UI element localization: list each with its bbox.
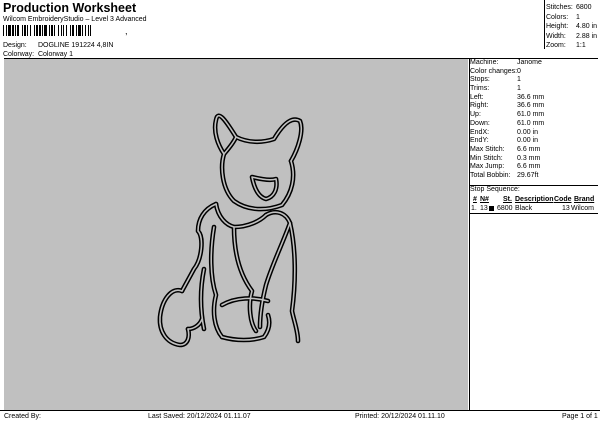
detail-key: Max Stitch: — [470, 145, 505, 153]
summary-value: 6800 — [576, 4, 592, 11]
printed-date: Printed: 20/12/2024 01.11.10 — [355, 413, 445, 420]
software-subtitle: Wilcom EmbroideryStudio – Level 3 Advanc… — [3, 16, 147, 23]
summary-key: Stitches: — [546, 4, 573, 11]
detail-value: 61.0 mm — [517, 119, 545, 127]
page-footer: Created By: Last Saved: 20/12/2024 01.11… — [0, 411, 600, 423]
design-row: Design: DOGLINE 191224 4,8IN — [3, 42, 113, 49]
stitch-count: 6800 — [497, 205, 513, 212]
design-preview — [4, 59, 468, 410]
page-title: Production Worksheet — [3, 1, 137, 15]
stop-table-header: # N# St. Description Code Brand — [470, 195, 598, 204]
detail-key: Machine: — [470, 59, 499, 66]
col-header: # — [473, 196, 477, 203]
detail-key: Up: — [470, 111, 481, 119]
summary-key: Width: — [546, 32, 566, 40]
summary-row: Zoom: 1:1 — [546, 41, 597, 51]
detail-value: 29.67ft — [517, 171, 539, 179]
detail-key: Min Stitch: — [470, 154, 503, 162]
detail-value: Janome — [517, 59, 542, 66]
thread-color-swatch — [489, 206, 494, 211]
detail-key: Down: — [470, 119, 490, 127]
detail-key: Trims: — [470, 85, 490, 93]
detail-key: Max Jump: — [470, 163, 505, 171]
detail-row: Down: 61.0 mm — [470, 120, 596, 129]
summary-row: Stitches: 6800 — [546, 3, 597, 13]
detail-row: Up: 61.0 mm — [470, 111, 596, 120]
dog-outline-embroidery — [157, 113, 304, 348]
detail-row: EndY: 0.00 in — [470, 137, 596, 146]
detail-value: 6.6 mm — [517, 145, 541, 153]
detail-key: EndX: — [470, 128, 490, 136]
created-by: Created By: — [4, 413, 41, 420]
summary-divider — [544, 0, 545, 49]
detail-key: EndY: — [470, 137, 489, 145]
barcode-suffix: , — [125, 26, 128, 36]
thread-code: 13 — [562, 205, 570, 212]
summary-row: Height: 4.80 in — [546, 22, 597, 32]
detail-value: 6.6 mm — [517, 163, 541, 171]
detail-key: Color changes: — [470, 67, 518, 75]
detail-row: Right: 36.6 mm — [470, 102, 596, 111]
detail-key: Stops: — [470, 76, 490, 84]
machine-details: Machine: Janome Color changes:0 Stops: 1 T… — [470, 59, 596, 181]
stop-table-rule — [470, 213, 598, 214]
colorway-label: Colorway: — [3, 51, 35, 58]
design-value: DOGLINE 191224 4,8IN — [37, 42, 114, 49]
summary-row: Colors: 1 — [546, 13, 597, 23]
detail-key: Left: — [470, 93, 484, 101]
summary-value: 1 — [576, 13, 580, 21]
summary-key: Height: — [546, 23, 569, 31]
detail-row: Left: 36.6 mm — [470, 94, 596, 103]
summary-value: 4.80 in — [576, 23, 598, 31]
detail-row: Color changes:0 — [470, 68, 596, 77]
detail-value: 36.6 mm — [517, 93, 545, 101]
detail-value: 0.00 in — [517, 128, 539, 136]
colorway-value: Colorway 1 — [37, 51, 73, 58]
detail-row: Trims: 1 — [470, 85, 596, 94]
detail-value: 0.3 mm — [517, 154, 541, 162]
detail-row: Max Jump: 6.6 mm — [470, 163, 596, 172]
detail-row: Max Stitch: 6.6 mm — [470, 146, 596, 155]
summary-stats: Stitches: 6800 Colors: 1 Height: 4.80 in Wi… — [546, 3, 597, 51]
detail-value: 0 — [517, 67, 521, 75]
needle-number: 13 — [480, 205, 488, 212]
detail-row: Min Stitch: 0.3 mm — [470, 155, 596, 164]
thread-brand: Wilcom — [571, 205, 594, 212]
col-header: Code — [554, 196, 572, 203]
detail-row: Stops: 1 — [470, 76, 596, 85]
table-row: 1. 13 6800 Black 13 Wilcom — [470, 204, 598, 213]
detail-value: 36.6 mm — [517, 102, 545, 110]
detail-row: Machine: Janome — [470, 59, 596, 68]
summary-key: Zoom: — [546, 42, 566, 50]
summary-key: Colors: — [546, 13, 569, 21]
stop-sequence-table: # N# St. Description Code Brand 1. 13 68… — [470, 195, 598, 213]
detail-row: EndX: 0.00 in — [470, 129, 596, 138]
col-header: Brand — [574, 196, 595, 203]
summary-value: 2.88 in — [576, 32, 598, 40]
detail-key: Right: — [470, 102, 489, 110]
barcode-image — [3, 25, 91, 36]
thread-description: Black — [515, 205, 533, 212]
summary-row: Width: 2.88 in — [546, 32, 597, 42]
col-header: N# — [480, 196, 489, 203]
detail-value: 1 — [517, 76, 521, 84]
stop-sequence-heading: Stop Sequence: — [470, 186, 520, 193]
page-number: Page 1 of 1 — [562, 413, 598, 420]
summary-value: 1:1 — [576, 42, 586, 50]
col-header: St. — [503, 196, 512, 203]
detail-value: 61.0 mm — [517, 111, 545, 119]
detail-key: Total Bobbin: — [470, 171, 511, 179]
detail-value: 0.00 in — [517, 137, 539, 145]
detail-value: 1 — [517, 85, 521, 93]
col-header: Description — [515, 196, 554, 203]
row-number: 1. — [471, 205, 477, 212]
design-label: Design: — [3, 42, 27, 49]
detail-row: Total Bobbin: 29.67ft — [470, 172, 596, 181]
colorway-row: Colorway: Colorway 1 — [3, 51, 73, 58]
last-saved: Last Saved: 20/12/2024 01.11.07 — [148, 413, 251, 420]
